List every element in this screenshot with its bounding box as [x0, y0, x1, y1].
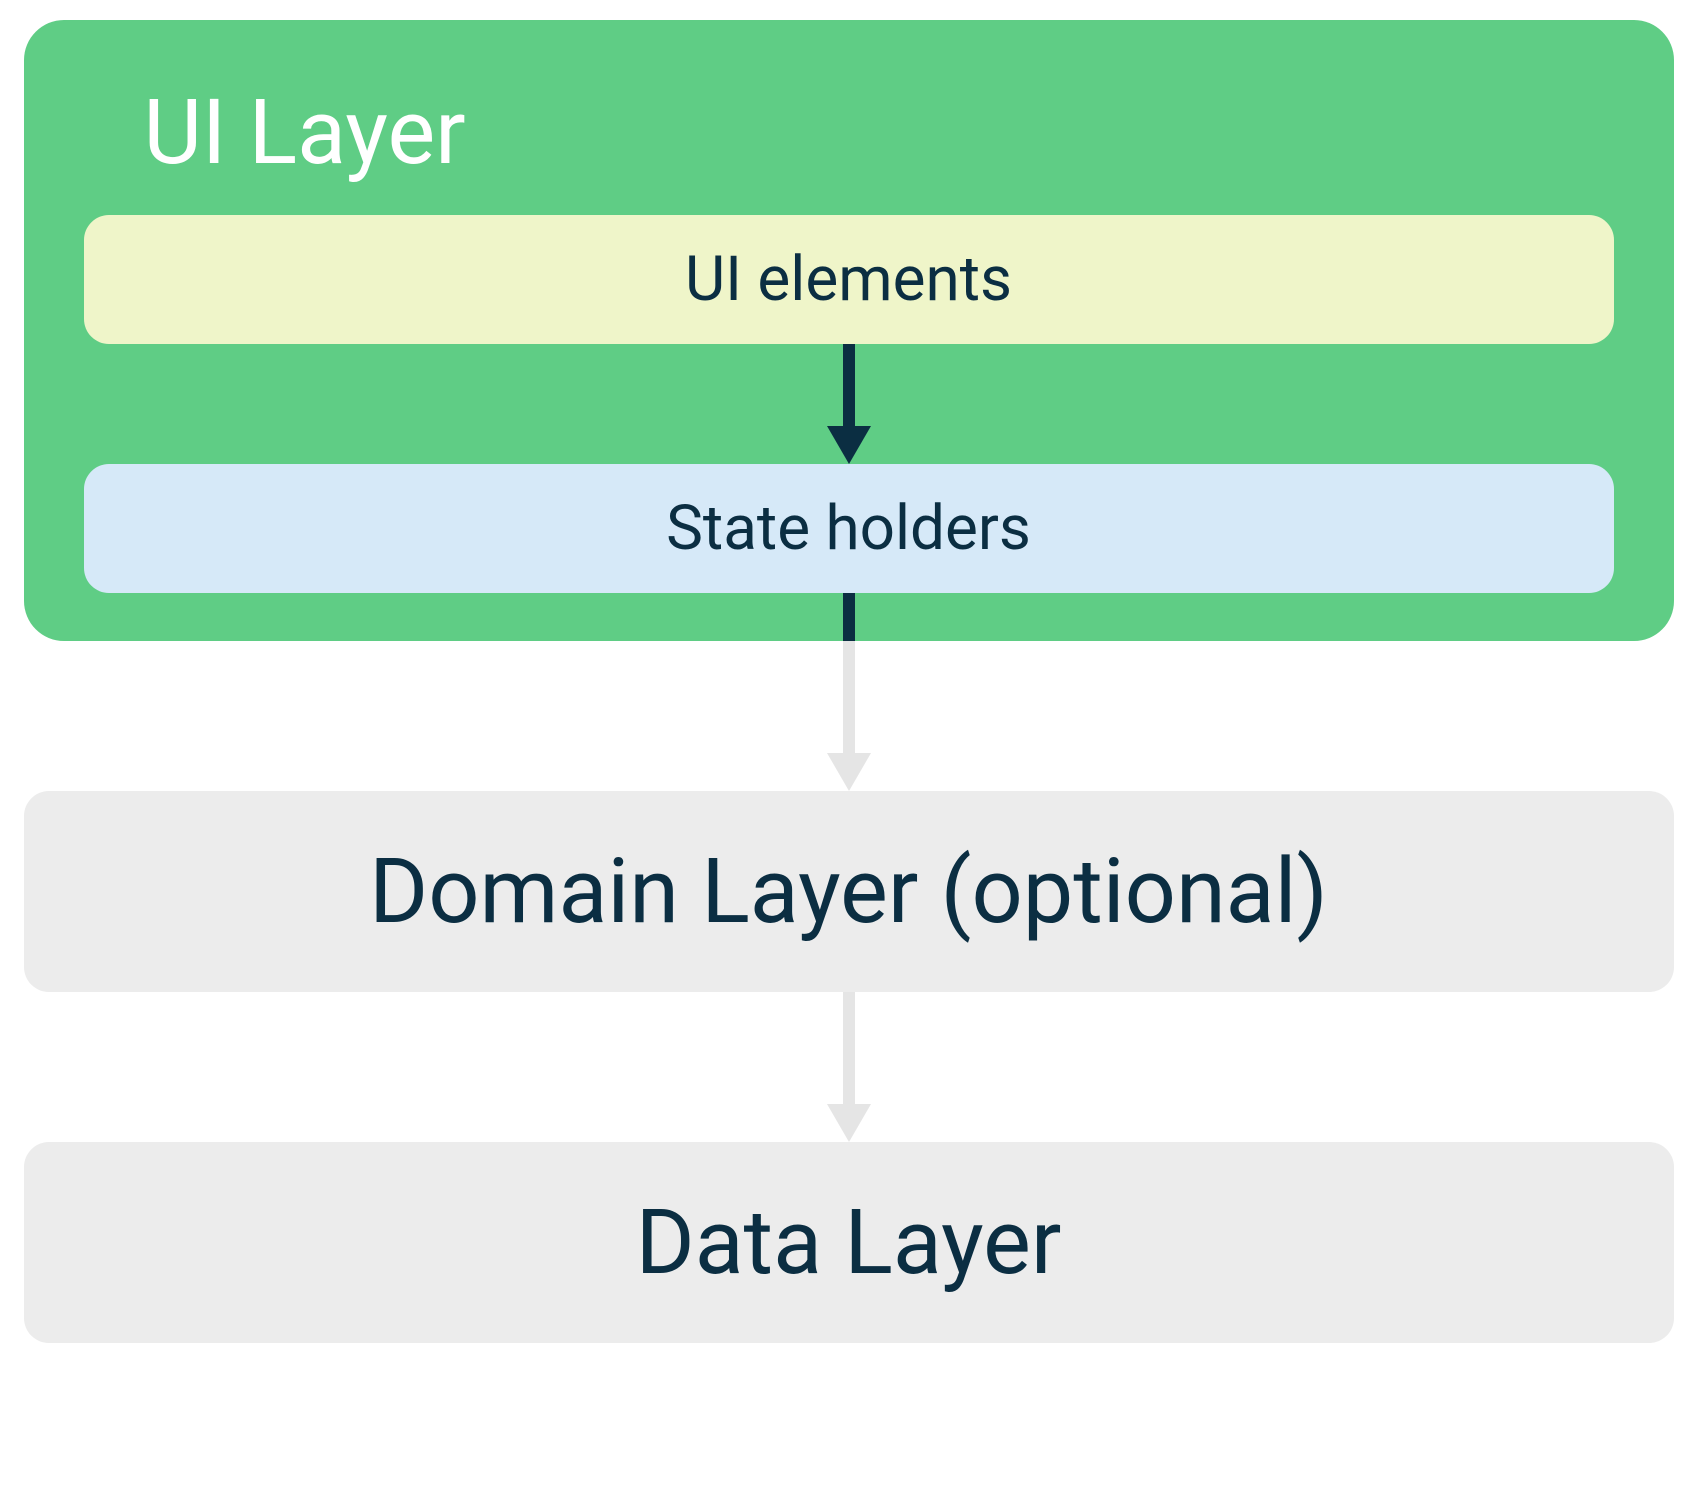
ui-elements-label: UI elements	[685, 243, 1012, 316]
data-layer-label: Data Layer	[636, 1190, 1062, 1295]
state-holders-label: State holders	[666, 492, 1031, 565]
arrow-down-icon	[84, 344, 1614, 464]
state-holders-box: State holders	[84, 464, 1614, 593]
ui-layer-container: UI Layer UI elements State holders	[24, 20, 1674, 641]
arrow-down-partial-icon	[84, 593, 1614, 641]
arrow-down-light-icon	[819, 641, 879, 791]
domain-layer-label: Domain Layer (optional)	[369, 839, 1328, 944]
data-layer-box: Data Layer	[24, 1142, 1674, 1343]
domain-layer-box: Domain Layer (optional)	[24, 791, 1674, 992]
arrow-down-light-icon	[819, 992, 879, 1142]
ui-layer-title: UI Layer	[84, 60, 1614, 215]
ui-elements-box: UI elements	[84, 215, 1614, 344]
